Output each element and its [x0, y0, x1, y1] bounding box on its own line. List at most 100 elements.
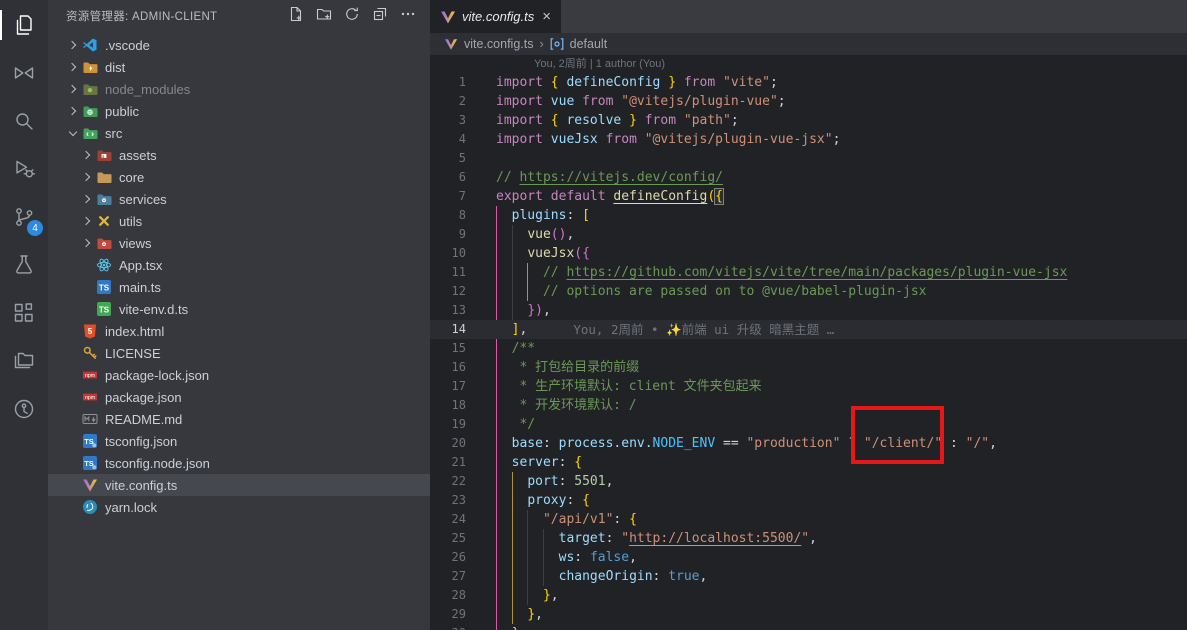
line-number[interactable]: 9: [430, 225, 496, 244]
more-actions-icon[interactable]: [400, 6, 416, 27]
chevron-right-icon[interactable]: [64, 64, 82, 70]
code-line-17[interactable]: 17 * 生产环境默认: client 文件夹包起来: [430, 377, 1187, 396]
activity-infinity-extension-icon[interactable]: [0, 49, 48, 97]
line-number[interactable]: 4: [430, 130, 496, 149]
code-line-9[interactable]: 9 vue(),: [430, 225, 1187, 244]
tree-item-vite-config-ts[interactable]: vite.config.ts: [48, 474, 430, 496]
breadcrumb-symbol[interactable]: default: [570, 37, 608, 51]
chevron-right-icon[interactable]: [64, 86, 82, 92]
code-line-27[interactable]: 27 changeOrigin: true,: [430, 567, 1187, 586]
line-number[interactable]: 21: [430, 453, 496, 472]
tree-item-main-ts[interactable]: TSmain.ts: [48, 276, 430, 298]
chevron-right-icon[interactable]: [78, 196, 96, 202]
activity-files-explorer-icon[interactable]: [0, 1, 48, 49]
code-line-30[interactable]: 30 },: [430, 624, 1187, 630]
tree-item-src[interactable]: src: [48, 122, 430, 144]
refresh-icon[interactable]: [344, 6, 360, 27]
tree-item-app-tsx[interactable]: App.tsx: [48, 254, 430, 276]
tree-item-package-lock-json[interactable]: npmpackage-lock.json: [48, 364, 430, 386]
code-line-16[interactable]: 16 * 打包给目录的前缀: [430, 358, 1187, 377]
code-line-15[interactable]: 15 /**: [430, 339, 1187, 358]
code-editor[interactable]: You, 2周前 | 1 author (You) 1import { defi…: [430, 55, 1187, 630]
code-line-4[interactable]: 4import vueJsx from "@vitejs/plugin-vue-…: [430, 130, 1187, 149]
tree-item-public[interactable]: public: [48, 100, 430, 122]
code-line-28[interactable]: 28 },: [430, 586, 1187, 605]
line-number[interactable]: 14: [430, 320, 496, 339]
chevron-right-icon[interactable]: [78, 218, 96, 224]
tree-item-readme-md[interactable]: README.md: [48, 408, 430, 430]
code-line-21[interactable]: 21 server: {: [430, 453, 1187, 472]
codelens-blame[interactable]: You, 2周前 | 1 author (You): [430, 55, 1187, 73]
tree-item-license[interactable]: LICENSE: [48, 342, 430, 364]
line-number[interactable]: 6: [430, 168, 496, 187]
code-line-11[interactable]: 11 // https://github.com/vitejs/vite/tre…: [430, 263, 1187, 282]
code-line-19[interactable]: 19 */: [430, 415, 1187, 434]
code-line-12[interactable]: 12 // options are passed on to @vue/babe…: [430, 282, 1187, 301]
tree-item-views[interactable]: views: [48, 232, 430, 254]
code-line-24[interactable]: 24 "/api/v1": {: [430, 510, 1187, 529]
code-line-1[interactable]: 1import { defineConfig } from "vite";: [430, 73, 1187, 92]
code-line-10[interactable]: 10 vueJsx({: [430, 244, 1187, 263]
code-line-8[interactable]: 8 plugins: [: [430, 206, 1187, 225]
code-line-22[interactable]: 22 port: 5501,: [430, 472, 1187, 491]
tree-item-yarn-lock[interactable]: yarn.lock: [48, 496, 430, 518]
code-line-18[interactable]: 18 * 开发环境默认: /: [430, 396, 1187, 415]
line-number[interactable]: 19: [430, 415, 496, 434]
tree-item-assets[interactable]: assets: [48, 144, 430, 166]
tree-item-services[interactable]: services: [48, 188, 430, 210]
line-number[interactable]: 13: [430, 301, 496, 320]
chevron-right-icon[interactable]: [78, 174, 96, 180]
line-number[interactable]: 27: [430, 567, 496, 586]
line-number[interactable]: 1: [430, 73, 496, 92]
code-line-20[interactable]: 20 base: process.env.NODE_ENV == "produc…: [430, 434, 1187, 453]
tree-item-utils[interactable]: utils: [48, 210, 430, 232]
new-folder-icon[interactable]: [316, 6, 332, 27]
line-number[interactable]: 3: [430, 111, 496, 130]
tree-item-node-modules[interactable]: node_modules: [48, 78, 430, 100]
code-line-26[interactable]: 26 ws: false,: [430, 548, 1187, 567]
breadcrumb-file[interactable]: vite.config.ts: [464, 37, 533, 51]
line-number[interactable]: 30: [430, 624, 496, 630]
tree-item-tsconfig-json[interactable]: TStsconfig.json: [48, 430, 430, 452]
line-number[interactable]: 5: [430, 149, 496, 168]
code-line-3[interactable]: 3import { resolve } from "path";: [430, 111, 1187, 130]
chevron-right-icon[interactable]: [64, 108, 82, 114]
code-line-23[interactable]: 23 proxy: {: [430, 491, 1187, 510]
line-number[interactable]: 8: [430, 206, 496, 225]
code-line-7[interactable]: 7export default defineConfig({: [430, 187, 1187, 206]
code-line-6[interactable]: 6// https://vitejs.dev/config/: [430, 168, 1187, 187]
activity-run-debug-icon[interactable]: [0, 145, 48, 193]
tree-item-tsconfig-node-json[interactable]: TStsconfig.node.json: [48, 452, 430, 474]
line-number[interactable]: 29: [430, 605, 496, 624]
line-number[interactable]: 28: [430, 586, 496, 605]
code-line-29[interactable]: 29 },: [430, 605, 1187, 624]
line-number[interactable]: 2: [430, 92, 496, 111]
line-number[interactable]: 11: [430, 263, 496, 282]
activity-folder-library-icon[interactable]: [0, 337, 48, 385]
chevron-right-icon[interactable]: [78, 240, 96, 246]
new-file-icon[interactable]: [288, 6, 304, 27]
activity-source-control-icon[interactable]: 4: [0, 193, 48, 241]
tab-vite-config-ts[interactable]: vite.config.ts ×: [430, 0, 561, 33]
line-number[interactable]: 12: [430, 282, 496, 301]
activity-search-icon[interactable]: [0, 97, 48, 145]
activity-git-history-icon[interactable]: [0, 385, 48, 433]
code-line-14[interactable]: 14 ],You, 2周前 • ✨前端 ui 升级 暗黑主题 …: [430, 320, 1187, 339]
line-number[interactable]: 18: [430, 396, 496, 415]
tree-item-core[interactable]: core: [48, 166, 430, 188]
line-number[interactable]: 17: [430, 377, 496, 396]
line-number[interactable]: 25: [430, 529, 496, 548]
tree-item-package-json[interactable]: npmpackage.json: [48, 386, 430, 408]
code-line-2[interactable]: 2import vue from "@vitejs/plugin-vue";: [430, 92, 1187, 111]
tree-item--vscode[interactable]: .vscode: [48, 34, 430, 56]
tree-item-index-html[interactable]: 5index.html: [48, 320, 430, 342]
activity-extensions-icon[interactable]: [0, 289, 48, 337]
activity-testing-beaker-icon[interactable]: [0, 241, 48, 289]
line-number[interactable]: 7: [430, 187, 496, 206]
collapse-all-icon[interactable]: [372, 6, 388, 27]
line-number[interactable]: 16: [430, 358, 496, 377]
chevron-down-icon[interactable]: [64, 131, 82, 135]
line-number[interactable]: 20: [430, 434, 496, 453]
line-number[interactable]: 22: [430, 472, 496, 491]
code-line-5[interactable]: 5: [430, 149, 1187, 168]
